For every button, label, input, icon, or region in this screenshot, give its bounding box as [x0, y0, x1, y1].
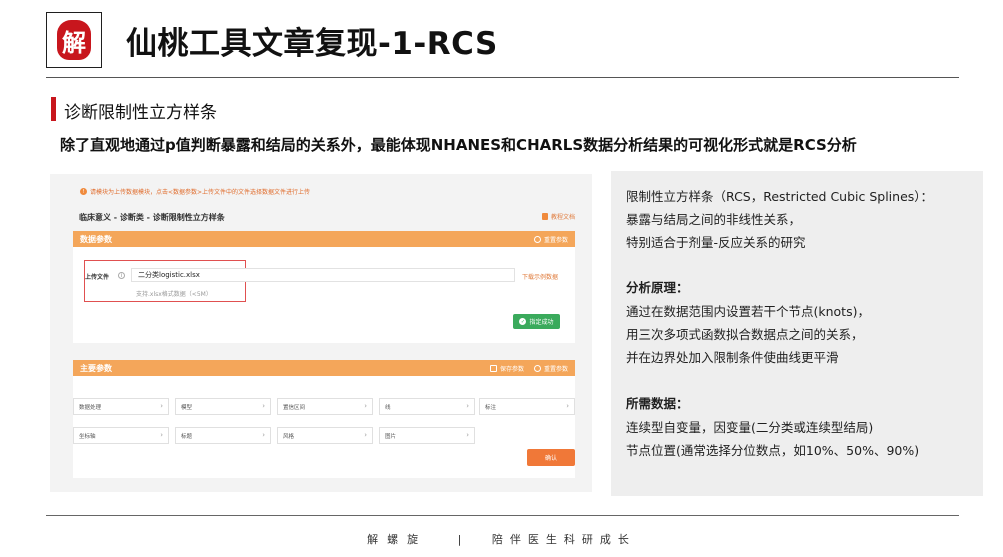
select-label: 图片: [385, 433, 397, 440]
data-params-card: 数据参数 重置参数 上传文件 i 二分类logistic.xlsx 支持.xls…: [73, 231, 575, 343]
select-label: 置信区间: [283, 404, 306, 411]
header-divider: [46, 77, 959, 78]
select-confidence-interval[interactable]: 置信区间 ›: [277, 398, 373, 415]
save-icon: [489, 364, 497, 372]
principle-heading: 分析原理：: [626, 280, 689, 295]
upload-hint: 支持.xlsx格式数据（<5M）: [136, 291, 212, 298]
footer-slogan: 陪伴医生科研成长: [491, 533, 636, 546]
chevron-right-icon: ›: [160, 431, 163, 439]
refresh-icon: [533, 235, 541, 243]
chevron-right-icon: ›: [364, 402, 367, 410]
tutorial-doc-label: 教程文档: [550, 214, 575, 221]
select-label: 标题: [181, 433, 193, 440]
upload-file-label: 上传文件: [85, 274, 110, 281]
footer-separator: |: [457, 533, 462, 546]
reset-params-button[interactable]: 重置参数: [533, 235, 568, 244]
required-data-line-2: 节点位置(通常选择分位数点，如10%、50%、90%): [626, 443, 920, 458]
select-line[interactable]: 线 ›: [379, 398, 475, 415]
section-accent-bar: [51, 97, 56, 121]
select-label: 坐标轴: [79, 433, 96, 440]
upload-notice: ! 请模块为上传数据模块，点击<数据参数>上传文件中的文件选择数据文件进行上传: [80, 187, 310, 196]
check-icon: ✓: [519, 318, 527, 325]
file-upload-input[interactable]: 二分类logistic.xlsx: [131, 268, 515, 282]
confirm-button[interactable]: 确认: [527, 449, 575, 466]
select-title[interactable]: 标题 ›: [175, 427, 271, 444]
explanation-panel: 限制性立方样条（RCS，Restricted Cubic Splines）： 暴…: [611, 171, 983, 496]
data-params-header: 数据参数 重置参数: [73, 231, 575, 247]
download-sample-link[interactable]: 下载示例数据: [522, 272, 558, 281]
select-label: 标注: [485, 404, 497, 411]
principle-line-1: 通过在数据范围内设置若干个节点(knots)，: [626, 304, 870, 319]
reset-params-label: 重置参数: [543, 236, 568, 244]
select-label: 风格: [283, 433, 295, 440]
required-data-line-1: 连续型自变量，因变量(二分类或连续型结局): [626, 420, 874, 435]
principle-line-3: 并在边界处加入限制条件使曲线更平滑: [626, 350, 839, 365]
select-model[interactable]: 模型 ›: [175, 398, 271, 415]
select-data-processing[interactable]: 数据处理 ›: [73, 398, 169, 415]
select-annotation[interactable]: 标注 ›: [479, 398, 575, 415]
required-data-heading: 所需数据：: [626, 396, 689, 411]
footer-divider: [46, 515, 959, 516]
refresh-icon: [533, 364, 541, 372]
chevron-right-icon: ›: [160, 402, 163, 410]
select-style[interactable]: 风格 ›: [277, 427, 373, 444]
main-params-title: 主要参数: [80, 363, 112, 373]
definition-line-3: 特别适合于剂量-反应关系的研究: [626, 235, 806, 250]
warning-icon: !: [80, 188, 87, 195]
reset-main-params-button[interactable]: 重置参数: [533, 364, 568, 373]
main-params-header: 主要参数 保存参数 重置参数: [73, 360, 575, 376]
notice-text: 请模块为上传数据模块，点击<数据参数>上传文件中的文件选择数据文件进行上传: [90, 189, 311, 196]
section-title: 诊断限制性立方样条: [64, 103, 217, 123]
footer: 解螺旋 | 陪伴医生科研成长: [0, 531, 1003, 547]
select-axis[interactable]: 坐标轴 ›: [73, 427, 169, 444]
reset-main-params-label: 重置参数: [543, 365, 568, 373]
select-image[interactable]: 图片 ›: [379, 427, 475, 444]
info-icon[interactable]: i: [118, 272, 125, 279]
brand-logo: 解: [46, 12, 102, 68]
select-label: 数据处理: [79, 404, 102, 411]
definition-line-2: 暴露与结局之间的非线性关系，: [626, 212, 802, 227]
chevron-right-icon: ›: [566, 402, 569, 410]
breadcrumb: 临床意义 - 诊断类 - 诊断限制性立方样条: [79, 213, 225, 222]
save-params-button[interactable]: 保存参数: [489, 364, 524, 373]
select-label: 线: [385, 404, 391, 411]
chevron-right-icon: ›: [262, 431, 265, 439]
chevron-right-icon: ›: [466, 402, 469, 410]
file-name: 二分类logistic.xlsx: [138, 271, 200, 279]
logo-seal: 解: [57, 20, 91, 60]
tutorial-doc-link[interactable]: 教程文档: [541, 212, 575, 221]
main-params-card: 主要参数 保存参数 重置参数 数据处理 › 模型 › 置信区间 › 线 › 标注…: [73, 360, 575, 478]
definition-line-1: 限制性立方样条（RCS，Restricted Cubic Splines）：: [626, 189, 934, 204]
app-screenshot: ! 请模块为上传数据模块，点击<数据参数>上传文件中的文件选择数据文件进行上传 …: [50, 174, 592, 492]
data-params-title: 数据参数: [80, 234, 112, 244]
chevron-right-icon: ›: [262, 402, 265, 410]
chevron-right-icon: ›: [466, 431, 469, 439]
save-params-label: 保存参数: [499, 365, 524, 373]
page-title: 仙桃工具文章复现-1-RCS: [126, 26, 498, 62]
intro-text: 除了直观地通过p值判断暴露和结局的关系外，最能体现NHANES和CHARLS数据…: [60, 136, 857, 154]
select-label: 模型: [181, 404, 193, 411]
chevron-right-icon: ›: [364, 431, 367, 439]
document-icon: [541, 213, 548, 220]
upload-success-button[interactable]: ✓ 指定成功: [513, 314, 560, 329]
footer-brand: 解螺旋: [367, 533, 428, 546]
principle-line-2: 用三次多项式函数拟合数据点之间的关系，: [626, 327, 864, 342]
upload-success-label: 指定成功: [529, 319, 554, 326]
